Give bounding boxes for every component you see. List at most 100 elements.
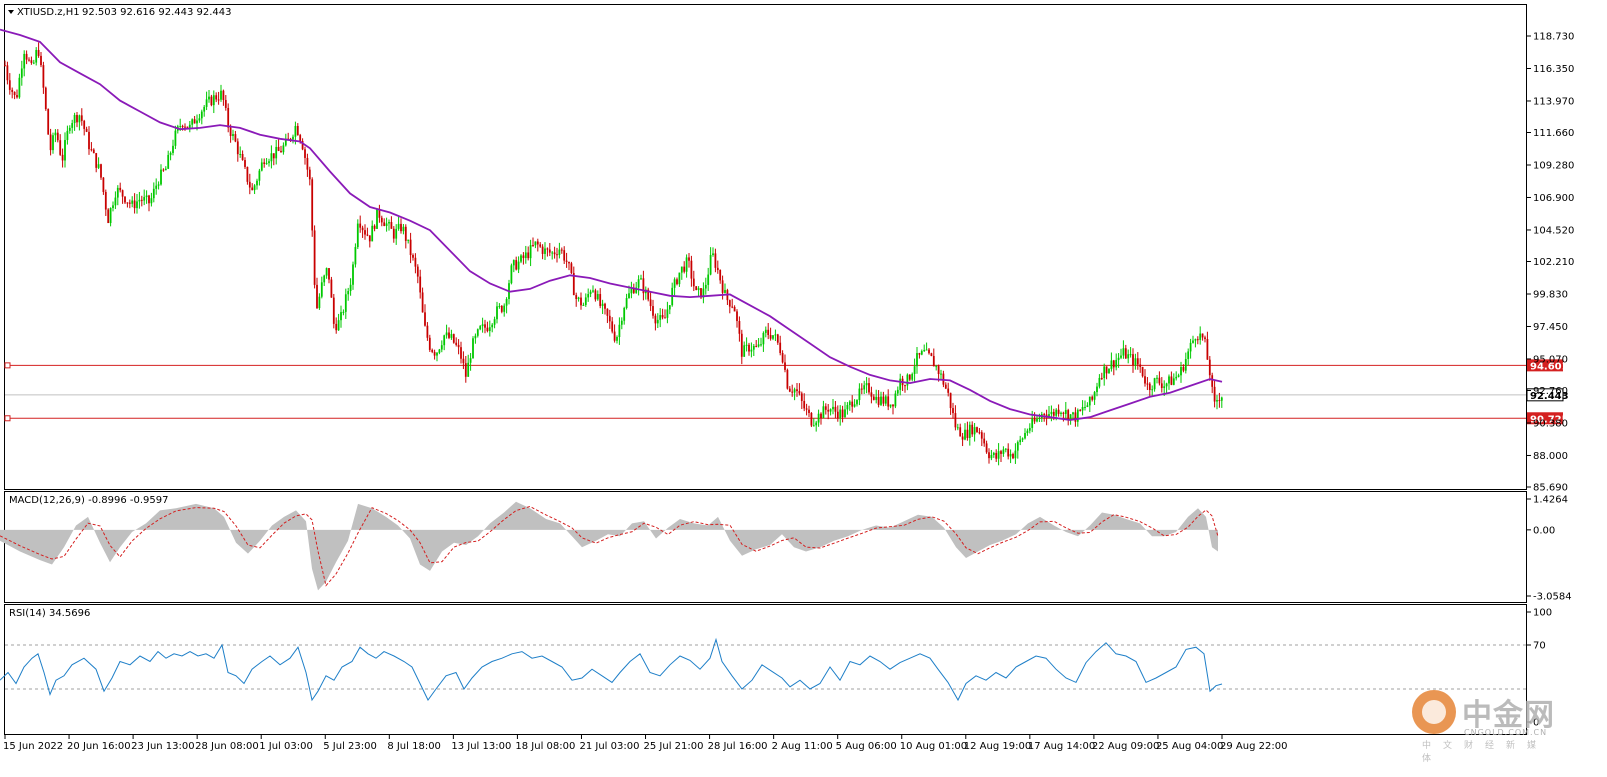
candle-body: [325, 268, 328, 276]
candle-body: [380, 217, 383, 223]
candle-body: [601, 303, 604, 306]
candle-body: [320, 282, 323, 297]
candle-body: [1055, 409, 1058, 416]
candle-body: [100, 164, 102, 178]
price-tick-label: 109.280: [1533, 160, 1574, 171]
candle-body: [212, 95, 215, 106]
candle-body: [368, 235, 371, 242]
candle-body: [599, 294, 602, 306]
candle-body: [776, 334, 779, 343]
candle-body: [155, 185, 158, 189]
time-tick-label: 25 Aug 04:00: [1156, 741, 1223, 752]
candle-body: [640, 278, 642, 280]
candle-body: [685, 257, 688, 272]
candle-body: [402, 226, 405, 232]
candle-body: [553, 252, 556, 255]
candle-body: [983, 438, 986, 444]
candle-body: [844, 409, 846, 418]
candle-body: [539, 244, 542, 247]
candle-body: [1031, 418, 1034, 428]
candle-body: [306, 157, 309, 170]
candle-body: [299, 135, 302, 141]
candle-body: [486, 327, 489, 332]
candle-body: [78, 115, 81, 123]
candle-body: [13, 91, 16, 96]
macd-tick-label: 1.4264: [1533, 495, 1568, 506]
time-tick-label: 15 Jun 2022: [3, 741, 63, 752]
candle-body: [954, 413, 957, 428]
candle-body: [774, 334, 777, 336]
rsi-label: RSI(14) 34.5696: [9, 608, 90, 619]
candle-body: [1009, 453, 1012, 457]
candle-body: [736, 311, 738, 322]
candle-body: [1072, 412, 1074, 415]
candle-body: [395, 228, 398, 239]
candle-body: [61, 154, 64, 161]
candle-body: [932, 355, 935, 367]
dropdown-triangle-icon[interactable]: [8, 10, 14, 14]
logo-inner-icon: [1422, 700, 1446, 724]
candle-body: [683, 266, 686, 272]
candle-body: [239, 154, 242, 156]
candle-body: [616, 337, 618, 341]
candle-body: [390, 221, 393, 229]
candle-body: [856, 400, 858, 405]
candle-body: [35, 49, 38, 63]
candle-body: [412, 255, 414, 258]
candle-body: [1134, 358, 1137, 366]
macd-histogram: [0, 501, 1218, 591]
candle-body: [1206, 339, 1209, 360]
price-tick-label: 99.830: [1533, 289, 1568, 300]
time-tick-label: 28 Jul 16:00: [708, 741, 768, 752]
candle-body: [625, 298, 628, 308]
candle-body: [707, 274, 710, 285]
candle-body: [68, 127, 71, 131]
candle-body: [680, 266, 683, 273]
candle-body: [937, 366, 940, 375]
candle-body: [846, 404, 849, 410]
candle-body: [215, 95, 218, 100]
candle-body: [349, 284, 352, 292]
candle-body: [152, 188, 155, 199]
candle-body: [892, 404, 894, 407]
main-levels[interactable]: 94.60190.72592.443: [4, 359, 1569, 425]
candle-body: [220, 90, 222, 100]
candle-body: [649, 299, 652, 307]
candle-body: [498, 306, 501, 308]
candle-body: [786, 369, 789, 389]
candle-body: [772, 335, 774, 339]
price-axis[interactable]: 118.730 116.350 113.970 111.660 109.280 106.9…: [1527, 32, 1574, 494]
candle-body: [750, 349, 753, 352]
candle-body: [510, 265, 513, 284]
candle-body: [1033, 418, 1036, 422]
time-tick-label: 5 Jul 23:00: [323, 741, 377, 752]
candle-body: [416, 266, 419, 277]
candle-body: [342, 311, 345, 313]
chart-canvas[interactable]: XTIUSD.z,H1 92.503 92.616 92.443 92.443 …: [0, 0, 1607, 777]
candle-body: [424, 312, 426, 326]
candle-body: [145, 195, 148, 198]
candle-body: [49, 134, 52, 151]
candle-body: [373, 225, 376, 229]
candle-body: [829, 409, 832, 412]
watermark-slogan: 中文财经新媒体: [1422, 741, 1549, 764]
candle-body: [1146, 383, 1149, 385]
candle-body: [560, 249, 563, 251]
candle-body: [524, 252, 527, 259]
candle-body: [608, 315, 611, 322]
candle-body: [1177, 375, 1180, 377]
candle-body: [150, 198, 153, 204]
candle-body: [335, 323, 338, 331]
time-axis[interactable]: 15 Jun 2022 20 Jun 16:00 23 Jun 13:00 28 Ju…: [3, 735, 1287, 752]
candle-body: [580, 297, 582, 306]
candle-body: [527, 252, 530, 259]
candle-body: [1220, 397, 1223, 401]
candle-body: [272, 153, 275, 159]
candle-body: [815, 422, 818, 426]
candle-body: [59, 140, 62, 155]
candle-body: [479, 326, 482, 330]
candle-body: [877, 396, 880, 405]
candle-body: [532, 245, 534, 247]
candle-body: [445, 332, 448, 336]
candle-body: [688, 257, 690, 261]
